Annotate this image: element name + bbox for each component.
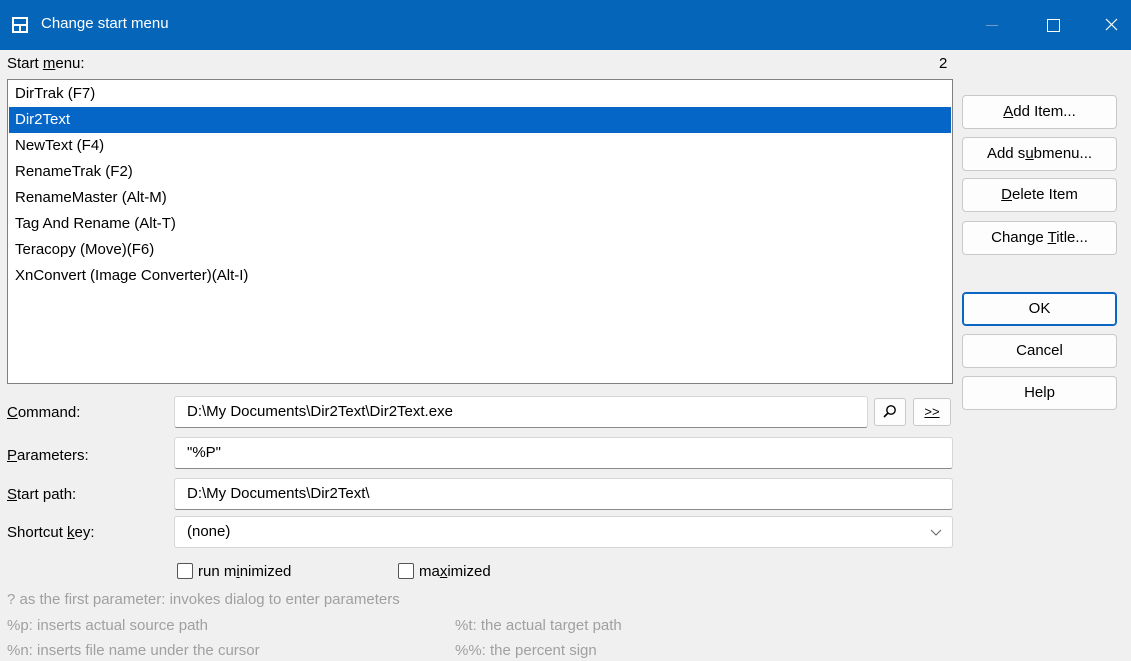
chevron-down-icon — [930, 529, 942, 536]
list-item[interactable]: Teracopy (Move)(F6) — [9, 237, 951, 263]
command-input[interactable]: D:\My Documents\Dir2Text\Dir2Text.exe — [174, 396, 868, 428]
list-item[interactable]: RenameTrak (F2) — [9, 159, 951, 185]
hint-file-name: %n: inserts file name under the cursor — [7, 642, 260, 659]
add-item-button[interactable]: Add Item... — [962, 95, 1117, 129]
start-path-label: Start path: — [7, 486, 77, 503]
add-submenu-button[interactable]: Add submenu... — [962, 137, 1117, 171]
app-icon — [12, 17, 28, 33]
start-menu-list[interactable]: DirTrak (F7) Dir2Text NewText (F4) RenameTr… — [7, 79, 953, 384]
close-icon — [1105, 18, 1118, 31]
hint-target-path: %t: the actual target path — [455, 617, 622, 634]
shortcut-key-value: (none) — [187, 523, 231, 540]
window-title: Change start menu — [41, 15, 169, 32]
list-item[interactable]: NewText (F4) — [9, 133, 951, 159]
start-menu-label: Start menu: — [7, 55, 85, 72]
help-button[interactable]: Help — [962, 376, 1117, 410]
hint-question-mark: ? as the first parameter: invokes dialog… — [7, 591, 400, 608]
run-minimized-label[interactable]: run minimized — [198, 563, 291, 580]
list-item[interactable]: Dir2Text — [9, 107, 951, 133]
list-item[interactable]: Tag And Rename (Alt-T) — [9, 211, 951, 237]
list-item[interactable]: DirTrak (F7) — [9, 81, 951, 107]
maximized-label[interactable]: maximized — [419, 563, 491, 580]
minimize-button[interactable] — [970, 0, 1016, 50]
start-path-input[interactable]: D:\My Documents\Dir2Text\ — [174, 478, 953, 510]
command-label: Command: — [7, 404, 81, 421]
list-item[interactable]: RenameMaster (Alt-M) — [9, 185, 951, 211]
shortcut-key-select[interactable]: (none) — [174, 516, 953, 548]
item-count: 2 — [939, 55, 948, 72]
maximized-checkbox[interactable] — [398, 563, 414, 579]
delete-item-button[interactable]: Delete Item — [962, 178, 1117, 212]
maximize-button[interactable] — [1030, 0, 1076, 50]
magnifier-icon — [883, 405, 896, 418]
cancel-button[interactable]: Cancel — [962, 334, 1117, 368]
more-button[interactable]: >> — [913, 398, 951, 426]
parameters-label: Parameters: — [7, 447, 89, 464]
list-item[interactable]: XnConvert (Image Converter)(Alt-I) — [9, 263, 951, 289]
title-bar: Change start menu — [0, 0, 1131, 50]
run-minimized-checkbox[interactable] — [177, 563, 193, 579]
hint-percent-sign: %%: the percent sign — [455, 642, 597, 659]
browse-button[interactable] — [874, 398, 906, 426]
hint-source-path: %p: inserts actual source path — [7, 617, 208, 634]
ok-button[interactable]: OK — [962, 292, 1117, 326]
shortcut-key-label: Shortcut key: — [7, 524, 95, 541]
change-title-button[interactable]: Change Title... — [962, 221, 1117, 255]
close-button[interactable] — [1088, 0, 1131, 50]
parameters-input[interactable]: "%P" — [174, 437, 953, 469]
